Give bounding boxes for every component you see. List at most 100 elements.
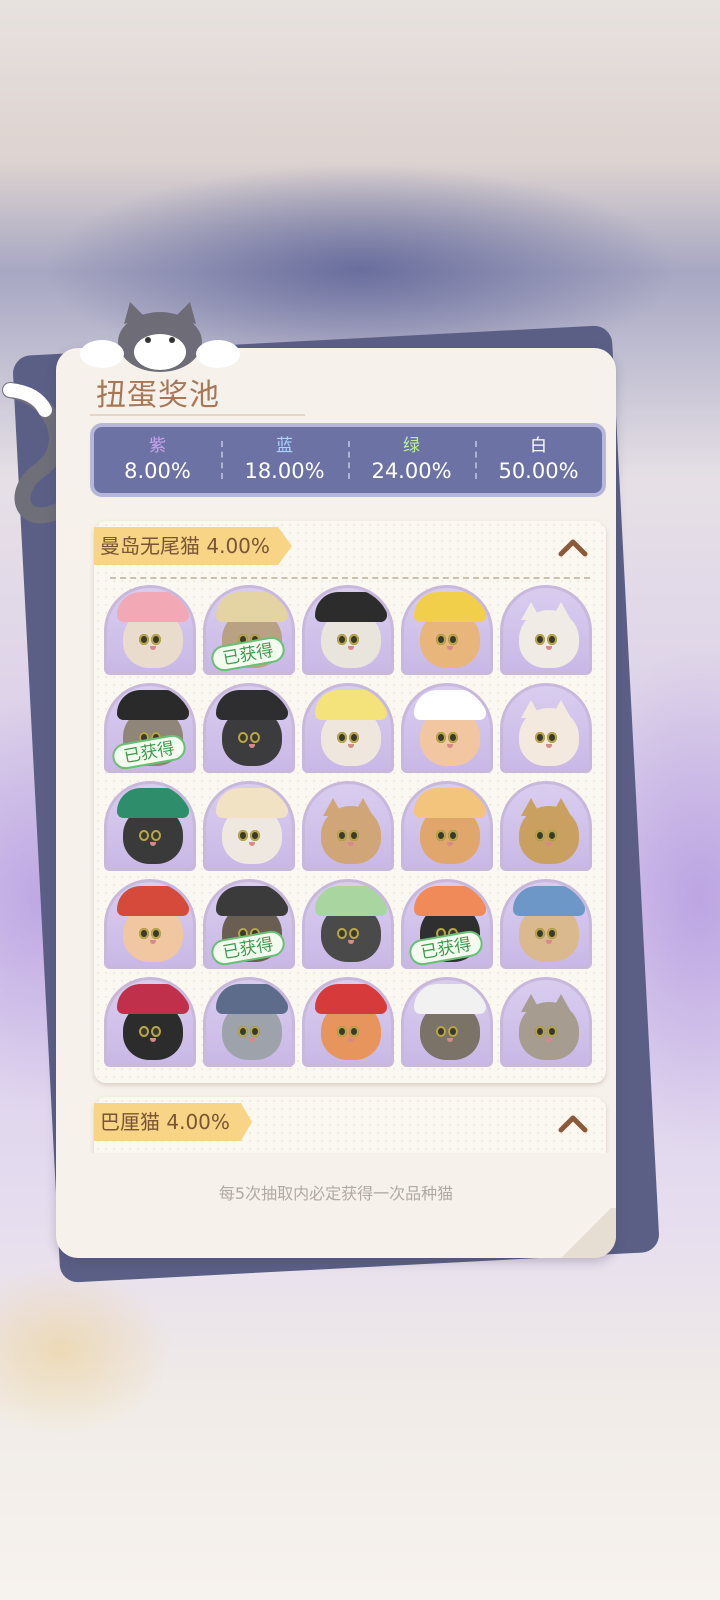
rate-value: 8.00%	[124, 459, 191, 483]
cat-eye	[349, 1026, 359, 1037]
cat-portrait-frame	[401, 585, 493, 675]
cat-costume-hat	[216, 984, 288, 1014]
cat-costume-hat	[513, 886, 585, 916]
cat-portrait-frame	[401, 781, 493, 871]
cat-costume-item[interactable]	[500, 977, 592, 1067]
cat-costume-item[interactable]	[302, 879, 394, 969]
cat-costume-hat	[117, 690, 189, 720]
cat-costume-item[interactable]	[203, 781, 295, 871]
cat-costume-item[interactable]	[500, 585, 592, 675]
cat-costume-hat	[117, 592, 189, 622]
cat-costume-hat	[117, 886, 189, 916]
cat-costume-item[interactable]	[104, 585, 196, 675]
cat-costume-item[interactable]	[401, 585, 493, 675]
cat-costume-item[interactable]: 已获得	[401, 879, 493, 969]
cat-portrait-frame	[302, 977, 394, 1067]
cat-eye	[337, 732, 347, 743]
cat-eye	[151, 830, 161, 841]
cat-eye	[250, 732, 260, 743]
chevron-up-icon[interactable]	[558, 537, 588, 557]
peeking-cat-decoration	[80, 302, 240, 372]
cat-eye	[250, 830, 260, 841]
cat-eye	[139, 928, 149, 939]
cat-eye	[547, 634, 557, 645]
cat-portrait-frame	[401, 977, 493, 1067]
cat-eye	[349, 732, 359, 743]
panel-title: 扭蛋奖池	[96, 378, 220, 413]
rate-purple: 紫 8.00%	[94, 435, 221, 485]
cat-portrait-frame	[500, 879, 592, 969]
rate-green: 绿 24.00%	[348, 435, 475, 485]
cat-costume-item[interactable]	[302, 683, 394, 773]
cat-costume-item[interactable]: 已获得	[104, 683, 196, 773]
cat-eye	[337, 1026, 347, 1037]
cat-portrait-frame	[203, 977, 295, 1067]
cat-costume-hat	[414, 592, 486, 622]
cat-costume-item[interactable]	[302, 977, 394, 1067]
cat-costume-hat	[414, 984, 486, 1014]
cat-costume-item[interactable]: 已获得	[203, 879, 295, 969]
cat-eye	[151, 634, 161, 645]
rate-name: 紫	[149, 436, 166, 456]
cat-costume-item[interactable]	[104, 977, 196, 1067]
cat-costume-hat	[315, 690, 387, 720]
cat-costume-hat	[117, 984, 189, 1014]
cat-costume-item[interactable]: 已获得	[203, 585, 295, 675]
cat-eye	[535, 928, 545, 939]
cat-costume-item[interactable]	[500, 879, 592, 969]
cat-costume-item[interactable]	[302, 781, 394, 871]
pool-scroll-area[interactable]: 曼岛无尾猫 4.00% 已获得 已获得 已获得 已获得 巴厘猫 4.00%	[90, 513, 610, 1153]
cat-costume-item[interactable]	[401, 683, 493, 773]
cat-portrait-frame	[104, 585, 196, 675]
cat-eye	[448, 830, 458, 841]
rate-value: 50.00%	[498, 459, 579, 483]
cat-eye	[547, 732, 557, 743]
cat-eye	[250, 1026, 260, 1037]
cat-costume-hat	[414, 788, 486, 818]
cat-eye	[436, 1026, 446, 1037]
breed-section-balinese: 巴厘猫 4.00%	[94, 1097, 606, 1153]
rate-name: 绿	[403, 436, 420, 456]
cat-costume-item[interactable]	[104, 879, 196, 969]
cat-costume-item[interactable]	[401, 781, 493, 871]
rate-value: 24.00%	[371, 459, 452, 483]
guarantee-note: 每5次抽取内必定获得一次品种猫	[218, 1184, 454, 1203]
rate-name: 白	[530, 436, 547, 456]
cat-costume-item[interactable]	[500, 781, 592, 871]
cat-eye	[436, 830, 446, 841]
cat-costume-item[interactable]	[302, 585, 394, 675]
cat-eye	[547, 830, 557, 841]
cat-eye	[535, 830, 545, 841]
cat-costume-hat	[315, 886, 387, 916]
breed-section-label: 曼岛无尾猫 4.00%	[94, 527, 292, 565]
cat-costume-item[interactable]	[203, 683, 295, 773]
rate-value: 18.00%	[244, 459, 325, 483]
cat-costume-item[interactable]	[203, 977, 295, 1067]
cat-eye	[337, 830, 347, 841]
cat-costume-item[interactable]	[401, 977, 493, 1067]
cat-eye	[448, 1026, 458, 1037]
cat-portrait-frame	[203, 781, 295, 871]
cat-eye	[238, 732, 248, 743]
cat-costume-item[interactable]	[500, 683, 592, 773]
cat-portrait-frame	[302, 585, 394, 675]
cat-eye	[139, 1026, 149, 1037]
rate-blue: 蓝 18.00%	[221, 435, 348, 485]
breed-section-manx: 曼岛无尾猫 4.00% 已获得 已获得 已获得 已获得	[94, 521, 606, 1083]
cat-costume-hat	[216, 886, 288, 916]
chevron-up-icon[interactable]	[558, 1113, 588, 1133]
cat-eye	[238, 830, 248, 841]
cat-costume-item[interactable]	[104, 781, 196, 871]
cat-eye	[139, 634, 149, 645]
title-divider	[90, 414, 305, 416]
cat-portrait-frame	[104, 977, 196, 1067]
cat-eye	[535, 634, 545, 645]
cat-costume-hat	[315, 592, 387, 622]
cat-costume-hat	[315, 984, 387, 1014]
cat-eye	[547, 1026, 557, 1037]
rarity-rates-bar: 紫 8.00% 蓝 18.00% 绿 24.00% 白 50.00%	[90, 423, 606, 497]
cat-eye	[448, 732, 458, 743]
cat-eye	[448, 634, 458, 645]
cat-costume-hat	[414, 690, 486, 720]
cat-eye	[337, 928, 347, 939]
